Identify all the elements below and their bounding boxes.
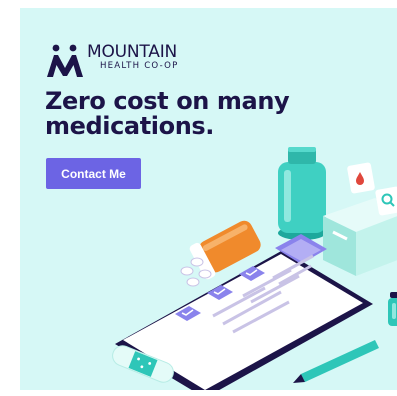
brand-name: MOUNTAIN	[87, 42, 178, 62]
brand-subtitle: HEALTH CO-OP	[100, 61, 179, 71]
brand-logo: MOUNTAIN HEALTH CO-OP	[46, 44, 179, 78]
blood-drop-card	[347, 162, 375, 194]
medical-illustration	[112, 147, 397, 390]
pen-illustration	[293, 340, 379, 383]
medicine-bottle-illustration	[278, 147, 326, 240]
medication-ad-banner[interactable]: MOUNTAIN HEALTH CO-OP Zero cost on many …	[20, 8, 397, 390]
mountain-logo-icon	[47, 44, 83, 77]
headline: Zero cost on many medications.	[45, 87, 290, 140]
vial-illustration	[388, 292, 397, 326]
